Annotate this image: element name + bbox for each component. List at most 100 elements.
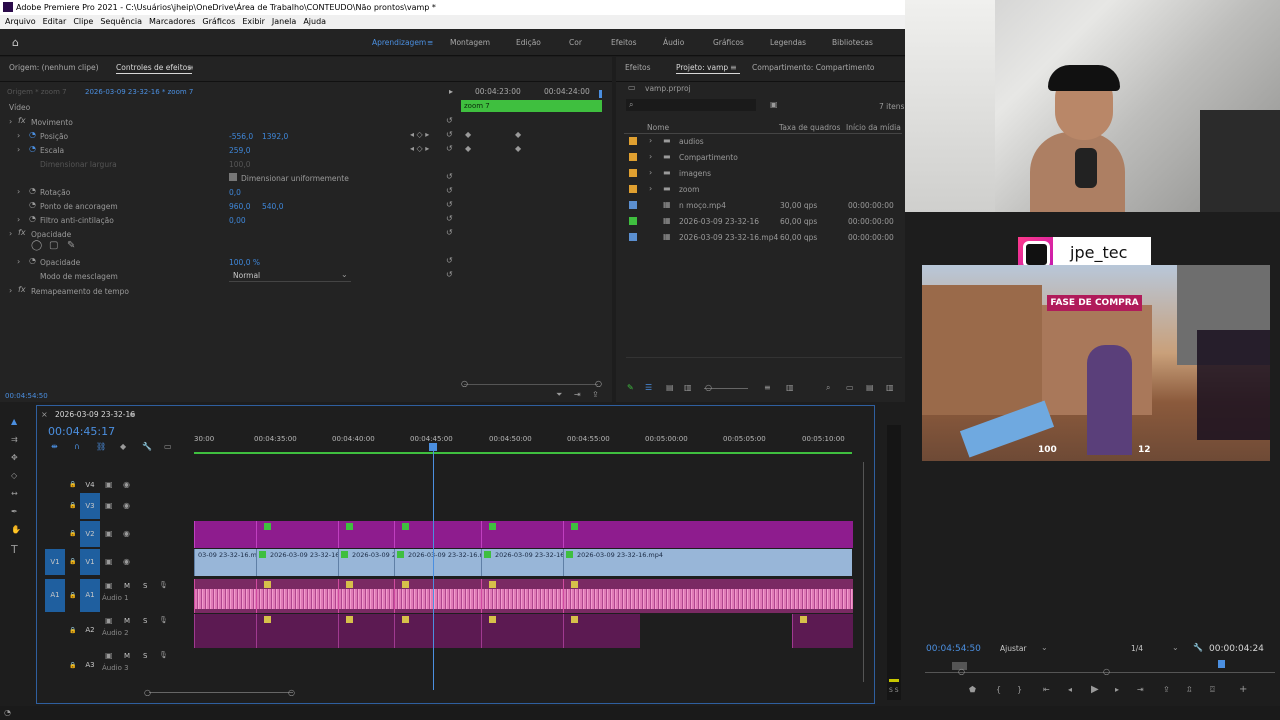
slider-handle[interactable]: ○ (705, 383, 712, 392)
export-icon[interactable]: ⇥ (574, 390, 581, 399)
ws-menu-icon[interactable]: ≡ (427, 38, 433, 47)
mark-out-icon[interactable]: } (1017, 685, 1022, 694)
play-icon[interactable]: ▶ (1091, 684, 1099, 695)
ws-efeitos[interactable]: Efeitos (611, 38, 637, 47)
sync-lock-icon[interactable]: ▣ (105, 616, 113, 625)
keyframe-nav-icon[interactable]: ◂ ◇ ▸ (410, 130, 429, 139)
sync-lock-icon[interactable]: ▣ (105, 529, 113, 538)
mark-in-icon[interactable]: { (996, 685, 1001, 694)
anti-cintilacao-value[interactable]: 0,00 (229, 216, 246, 225)
ws-legendas[interactable]: Legendas (770, 38, 806, 47)
master-clip-label[interactable]: Origem * zoom 7 (7, 88, 67, 96)
selection-tool-icon[interactable]: ▲ (11, 417, 17, 426)
panel-menu-icon[interactable]: ≡ (730, 63, 737, 72)
track-target[interactable]: V1 (80, 549, 100, 575)
type-tool-icon[interactable]: T (11, 543, 18, 556)
posicao-x[interactable]: -556,0 (229, 132, 253, 141)
v1-clip[interactable]: 2026-03-09 23-32-16.m (394, 549, 481, 576)
project-item-name[interactable]: audios (679, 137, 704, 146)
linked-selection-icon[interactable]: ⛓ (96, 442, 106, 451)
sync-lock-icon[interactable]: ▣ (105, 557, 113, 566)
new-bin-from-search-icon[interactable]: ▣ (770, 100, 778, 109)
sort-icon[interactable]: ≡ (764, 383, 771, 392)
add-marker-icon[interactable]: ⬟ (969, 685, 976, 694)
stopwatch-icon[interactable]: ◔ (29, 256, 36, 265)
expand-icon[interactable]: › (649, 168, 652, 177)
microphone-icon[interactable]: 🎙 (159, 581, 168, 589)
expand-icon[interactable]: › (9, 229, 12, 238)
rotacao-value[interactable]: 0,0 (229, 188, 241, 197)
razor-tool-icon[interactable]: ◇ (11, 471, 17, 480)
lock-icon[interactable]: 🔒 (69, 481, 76, 488)
new-bin-icon[interactable]: ▭ (846, 383, 854, 392)
microphone-icon[interactable]: 🎙 (159, 616, 168, 624)
track-target[interactable]: V3 (80, 493, 100, 519)
program-scrubber[interactable]: ○ ○ (925, 660, 1275, 676)
filter-icon[interactable]: ⏷ (556, 390, 562, 400)
step-forward-icon[interactable]: ▸ (1115, 685, 1119, 694)
project-item-name[interactable]: n moço.mp4 (679, 201, 726, 210)
reset-icon[interactable]: ↺ (446, 270, 453, 279)
expand-icon[interactable]: › (17, 215, 20, 224)
pen-icon[interactable]: ✎ (627, 383, 634, 392)
ws-montagem[interactable]: Montagem (450, 38, 490, 47)
track-target[interactable]: V4 (80, 479, 100, 491)
project-item-name[interactable]: 2026-03-09 23-32-16 (679, 217, 759, 226)
posicao-y[interactable]: 1392,0 (262, 132, 288, 141)
tab-source[interactable]: Origem: (nenhum clipe) (9, 63, 99, 72)
v1-clip[interactable]: 2026-03-09 2 (338, 549, 394, 576)
mute-button[interactable]: M (124, 582, 130, 590)
expand-icon[interactable]: › (17, 187, 20, 196)
ec-clip-bar[interactable]: zoom 7 (461, 100, 602, 112)
tab-effect-controls[interactable]: Controles de efeitos (116, 63, 191, 72)
eye-icon[interactable]: ◉ (123, 529, 130, 538)
home-icon[interactable]: ⌂ (12, 36, 19, 49)
lock-icon[interactable]: 🔒 (69, 592, 76, 599)
keyframe-icon[interactable]: ◆ (465, 144, 471, 153)
ws-graficos[interactable]: Gráficos (713, 38, 744, 47)
solo-button[interactable]: S (143, 617, 147, 625)
keyframe-nav-icon[interactable]: ◂ ◇ ▸ (410, 144, 429, 153)
add-button-icon[interactable]: + (1239, 684, 1247, 695)
solo-button[interactable]: S (143, 582, 147, 590)
sequence-tab[interactable]: 2026-03-09 23-32-16 (55, 410, 135, 419)
ripple-edit-tool-icon[interactable]: ✥ (11, 453, 18, 462)
scroll-handle[interactable]: ○ (288, 688, 295, 697)
mute-button[interactable]: M (124, 617, 130, 625)
ec-zoom-scrollbar[interactable] (464, 384, 598, 385)
menu-arquivo[interactable]: Arquivo (5, 17, 36, 26)
reset-icon[interactable]: ↺ (446, 228, 453, 237)
reset-icon[interactable]: ↺ (446, 116, 453, 125)
resolution-select[interactable]: 1/4 ⌄ (1128, 642, 1180, 654)
expand-icon[interactable]: › (17, 257, 20, 266)
escala-value[interactable]: 259,0 (229, 146, 250, 155)
source-patch[interactable]: V1 (45, 549, 65, 575)
a2-clip[interactable] (792, 614, 853, 648)
rectangle-mask-icon[interactable]: ▢ (49, 240, 58, 251)
slip-tool-icon[interactable]: ↔ (11, 489, 18, 498)
export-frame-icon[interactable]: ⌼ (1210, 685, 1215, 695)
microphone-icon[interactable]: 🎙 (159, 651, 168, 659)
ancoragem-y[interactable]: 540,0 (262, 202, 283, 211)
a2-clip[interactable] (256, 614, 339, 648)
project-item-name[interactable]: Compartimento (679, 153, 738, 162)
search-input[interactable]: ⌕ (626, 99, 756, 111)
v2-clip[interactable] (338, 521, 395, 548)
uniform-scale-checkbox[interactable] (229, 173, 237, 181)
scroll-handle[interactable]: ○ (461, 379, 468, 388)
lift-icon[interactable]: ⇪ (1163, 685, 1170, 694)
wrench-icon[interactable]: 🔧 (1193, 643, 1203, 652)
v1-clip[interactable]: 2026-03-09 23-32-16.mp4 (563, 549, 852, 576)
pen-tool-icon[interactable]: ✒ (11, 507, 18, 516)
playhead-line[interactable] (433, 450, 434, 690)
reset-icon[interactable]: ↺ (446, 186, 453, 195)
lock-icon[interactable]: 🔒 (69, 662, 76, 669)
stopwatch-icon[interactable]: ◔ (29, 144, 36, 153)
keyframe-icon[interactable]: ◆ (465, 130, 471, 139)
project-item-name[interactable]: 2026-03-09 23-32-16.mp4 (679, 233, 778, 242)
fit-select[interactable]: Ajustar ⌄ (997, 642, 1049, 654)
clip-label[interactable]: 2026-03-09 23-32-16 * zoom 7 (85, 88, 193, 96)
go-to-in-icon[interactable]: ⇤ (1043, 685, 1050, 694)
label-color-swatch[interactable] (629, 169, 637, 177)
a1-clip[interactable] (194, 579, 257, 613)
